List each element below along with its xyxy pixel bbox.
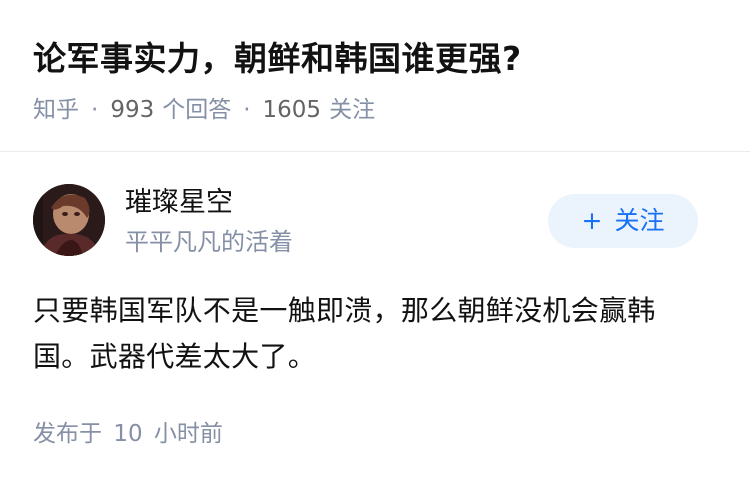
follower-label: 关注 <box>329 97 376 123</box>
question-title[interactable]: 论军事实力，朝鲜和韩国谁更强? <box>33 36 522 82</box>
answer-content-line: 国。武器代差太大了。 <box>33 340 317 373</box>
answer-content-line: 只要韩国军队不是一触即溃，那么朝鲜没机会赢韩 <box>33 294 656 327</box>
publish-prefix: 发布于 <box>33 421 102 447</box>
publish-unit: 小时前 <box>153 421 223 447</box>
meta-separator: · <box>243 97 251 123</box>
follower-count: 1605 <box>262 97 322 123</box>
answer-count-label[interactable]: 个回答 <box>162 97 231 123</box>
answer-content[interactable]: 只要韩国军队不是一触即溃，那么朝鲜没机会赢韩 国。武器代差太大了。 <box>33 288 713 380</box>
question-meta: 知乎 · 993 个回答 · 1605 关注 <box>33 94 375 126</box>
publish-time: 发布于 10 小时前 <box>33 418 223 450</box>
publish-value: 10 <box>113 421 143 447</box>
avatar[interactable] <box>33 184 105 256</box>
follow-button-label: 关注 <box>614 206 665 235</box>
answer-card: 璀璨星空 平平凡凡的活着 + 关注 只要韩国军队不是一触即溃，那么朝鲜没机会赢韩 … <box>0 152 750 486</box>
meta-separator: · <box>91 97 99 123</box>
follow-button[interactable]: + 关注 <box>548 194 698 248</box>
plus-icon: + <box>581 206 603 235</box>
question-header: 论军事实力，朝鲜和韩国谁更强? 知乎 · 993 个回答 · 1605 关注 <box>0 0 750 152</box>
source-label[interactable]: 知乎 <box>33 97 79 123</box>
answer-count: 993 <box>110 97 155 123</box>
author-bio: 平平凡凡的活着 <box>125 228 293 256</box>
author-name[interactable]: 璀璨星空 <box>125 184 233 222</box>
avatar-image <box>33 184 105 256</box>
